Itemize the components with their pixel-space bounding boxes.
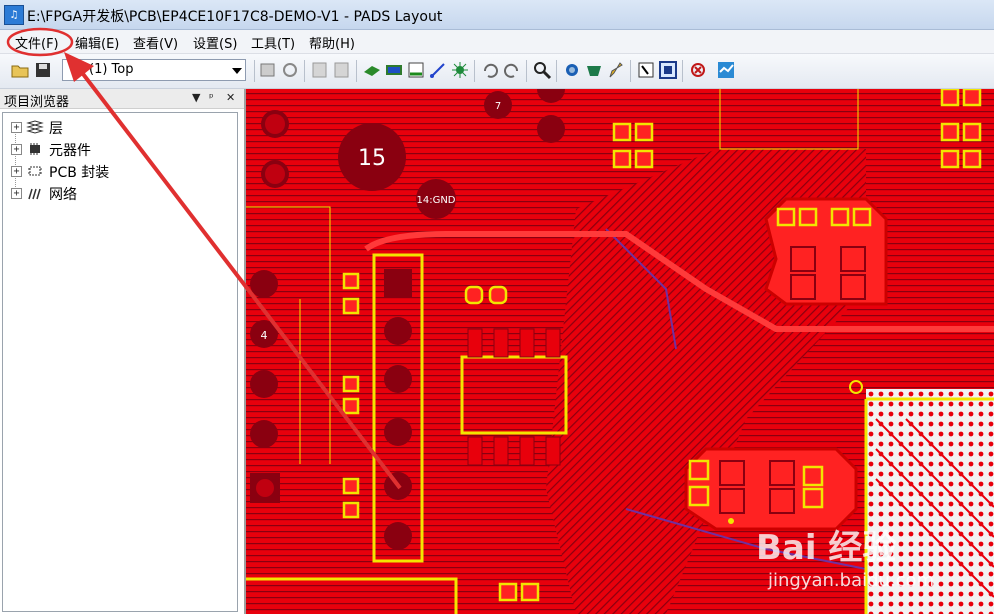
pane-menu-icon[interactable]: ▼ [192, 91, 200, 104]
route-icon[interactable] [406, 60, 426, 80]
layer-select[interactable]: (1) Top [62, 59, 246, 81]
expand-icon[interactable]: + [11, 188, 22, 199]
project-browser-title: 项目浏览器 [4, 95, 70, 110]
undo-icon[interactable] [480, 60, 500, 80]
connector-pin [384, 269, 412, 297]
connector-pin [384, 522, 412, 550]
tree-item-label: 层 [49, 121, 63, 137]
toolbar-separator [254, 60, 255, 82]
watermark-url: jingyan.baidu.com [768, 570, 935, 591]
menu-help[interactable]: 帮助(H) [306, 33, 358, 52]
window-title: E:\FPGA开发板\PCB\EP4CE10F17C8-DEMO-V1 - PA… [27, 9, 443, 25]
toolbar-separator [630, 60, 631, 82]
menu-bar: 文件(F) 编辑(E) 查看(V) 设置(S) 工具(T) 帮助(H) [0, 30, 994, 54]
via-pad [250, 420, 278, 448]
expand-icon[interactable]: + [11, 122, 22, 133]
tree-item-label: 元器件 [49, 143, 91, 159]
via-pad [250, 270, 278, 298]
board-icon[interactable] [658, 60, 678, 80]
pin-icon[interactable]: ᵖ [209, 91, 214, 104]
check-icon[interactable] [688, 60, 708, 80]
menu-file[interactable]: 文件(F) [12, 33, 62, 52]
via-pad [537, 115, 565, 143]
toolbar-separator [356, 60, 357, 82]
netlist-icon[interactable] [384, 60, 404, 80]
properties-icon[interactable] [258, 60, 278, 80]
marker-dot [728, 518, 734, 524]
expand-icon[interactable]: + [11, 144, 22, 155]
ratsnest-icon[interactable] [450, 60, 470, 80]
toolbar-separator [682, 60, 683, 82]
footprint-icon [28, 166, 42, 176]
title-bar: ♫ E:\FPGA开发板\PCB\EP4CE10F17C8-DEMO-V1 - … [0, 0, 994, 30]
refresh-icon[interactable] [280, 60, 300, 80]
watermark-logo: Bai 经验 [756, 528, 897, 568]
project-tree: + 层 + 元器件 + PCB 封装 + 网络 [2, 112, 238, 612]
pad-15-label: 15 [358, 146, 386, 171]
copy-icon[interactable] [310, 60, 330, 80]
component-icon [30, 143, 40, 155]
pads-app-icon: ♫ [4, 5, 24, 25]
view-icon[interactable] [562, 60, 582, 80]
toolbar-separator [556, 60, 557, 82]
project-browser: 项目浏览器 ▼ ᵖ ✕ + 层 + 元器件 + PCB 封装 + 网络 [0, 89, 246, 614]
router-icon[interactable] [716, 60, 736, 80]
project-browser-header: 项目浏览器 ▼ ᵖ ✕ [0, 89, 244, 110]
tree-item-label: 网络 [49, 187, 77, 203]
pad-14-label: 14:GND [416, 195, 455, 206]
pad-7-label: 7 [495, 101, 501, 112]
select-icon[interactable] [636, 60, 656, 80]
menu-edit[interactable]: 编辑(E) [72, 33, 122, 52]
connector-pin [384, 472, 412, 500]
connector-pin [384, 365, 412, 393]
pour-icon[interactable] [584, 60, 604, 80]
toolbar-separator [526, 60, 527, 82]
component-icon[interactable] [362, 60, 382, 80]
menu-setup[interactable]: 设置(S) [190, 33, 240, 52]
via-pad [250, 370, 278, 398]
net-icon [28, 188, 41, 200]
save-icon[interactable] [33, 60, 53, 80]
pad-4-label: 4 [261, 329, 268, 342]
zoom-icon[interactable] [532, 60, 552, 80]
menu-view[interactable]: 查看(V) [130, 33, 181, 52]
paste-icon[interactable] [332, 60, 352, 80]
chevron-down-icon[interactable] [232, 68, 242, 74]
toolbar-separator [304, 60, 305, 82]
expand-icon[interactable]: + [11, 166, 22, 177]
close-icon[interactable]: ✕ [226, 91, 235, 104]
brush-icon[interactable] [606, 60, 626, 80]
layer-select-value: (1) Top [89, 62, 134, 77]
connector-pin [384, 317, 412, 345]
redo-icon[interactable] [502, 60, 522, 80]
open-icon[interactable] [10, 60, 30, 80]
connect-icon[interactable] [428, 60, 448, 80]
tree-guide-line [15, 127, 16, 195]
menu-tools[interactable]: 工具(T) [248, 33, 298, 52]
tree-item-label: PCB 封装 [49, 165, 110, 181]
layers-icon [26, 120, 44, 134]
toolbar-separator [474, 60, 475, 82]
connector-pin [384, 418, 412, 446]
